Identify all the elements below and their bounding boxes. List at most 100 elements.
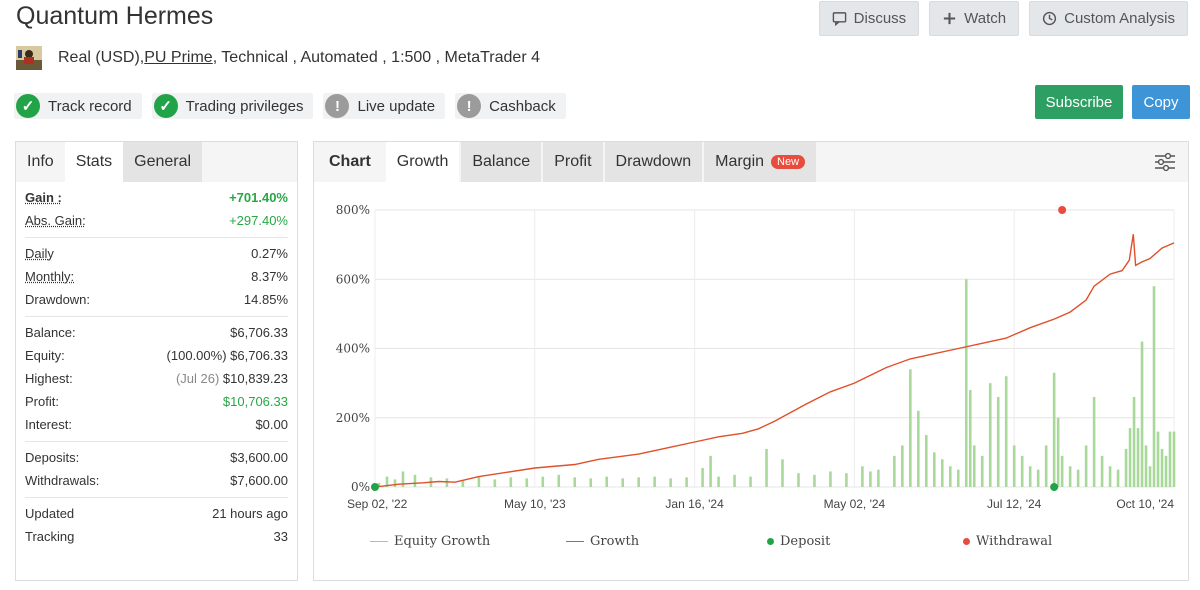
- profit-bar: [685, 477, 688, 487]
- tab-general[interactable]: General: [123, 142, 203, 182]
- broker-link[interactable]: PU Prime: [144, 49, 212, 67]
- profit-bar: [709, 455, 712, 487]
- legend-label: Deposit: [780, 534, 831, 549]
- profit-bar: [1044, 445, 1048, 487]
- gain-label[interactable]: Gain :: [25, 190, 62, 205]
- profit-bar: [557, 474, 561, 487]
- new-badge: New: [771, 155, 806, 169]
- badge-live-update: ! Live update: [323, 93, 446, 119]
- tab-stats[interactable]: Stats: [64, 142, 124, 182]
- tab-chart[interactable]: Chart: [314, 142, 386, 182]
- legend-growth[interactable]: Growth: [566, 534, 639, 549]
- profit-bar: [1136, 428, 1140, 487]
- x-tick-label: Jan 16, '24: [665, 497, 724, 511]
- profit-bar: [1068, 466, 1072, 487]
- drawdown-value: 14.85%: [243, 292, 288, 307]
- copy-button[interactable]: Copy: [1132, 85, 1190, 119]
- badge-cashback: ! Cashback: [455, 93, 566, 119]
- watch-button[interactable]: Watch: [929, 1, 1020, 36]
- profit-bar: [477, 476, 481, 487]
- check-icon: ✓: [16, 94, 40, 118]
- profit-bar: [917, 410, 920, 487]
- stat-row-highest: Highest: (Jul 26) $10,839.23: [25, 367, 288, 390]
- custom-analysis-button[interactable]: Custom Analysis: [1029, 1, 1188, 36]
- stat-row-updated: Updated 21 hours ago: [25, 502, 288, 525]
- account-info: Real (USD), PU Prime , Technical , Autom…: [16, 46, 540, 70]
- settings-sliders-icon[interactable]: [1154, 152, 1176, 172]
- profit-bar: [1056, 417, 1060, 487]
- profit-bar: [573, 477, 577, 487]
- profit-bar: [1160, 448, 1164, 487]
- profit-bar: [956, 469, 960, 487]
- deposits-value: $3,600.00: [230, 450, 288, 465]
- withdrawal-marker: [1058, 206, 1067, 214]
- abs-gain-value: +297.40%: [229, 213, 288, 228]
- stat-row-interest: Interest: $0.00: [25, 413, 288, 436]
- legend-equity-growth[interactable]: Equity Growth: [370, 534, 490, 549]
- chart-tabs: Chart Growth Balance Profit Drawdown Mar…: [314, 142, 1188, 182]
- growth-chart: 0% 200% 400% 600% 800% Sep 02, '22 May 10, '23…: [336, 203, 1176, 511]
- stat-row-tracking: Tracking 33: [25, 525, 288, 548]
- page-title: Quantum Hermes: [16, 2, 214, 30]
- highest-date: (Jul 26): [175, 371, 220, 386]
- tab-growth[interactable]: Growth: [385, 142, 460, 182]
- tracking-value: 33: [273, 529, 288, 544]
- plus-icon: [944, 12, 956, 25]
- y-tick-label: 200%: [336, 411, 370, 425]
- profit-bar: [980, 455, 984, 487]
- stat-row-withdrawals: Withdrawals: $7,600.00: [25, 469, 288, 492]
- clock-icon: [1043, 11, 1057, 26]
- legend-label: Growth: [590, 534, 640, 549]
- monthly-label[interactable]: Monthly:: [25, 269, 74, 284]
- profit-bar: [1164, 455, 1168, 487]
- profit-bar: [1028, 466, 1032, 487]
- profit-bar: [948, 466, 952, 487]
- check-icon: ✓: [153, 94, 178, 118]
- profit-bar: [733, 474, 736, 487]
- tab-drawdown[interactable]: Drawdown: [604, 142, 703, 182]
- profit-bar: [781, 459, 784, 487]
- monthly-value: 8.37%: [251, 269, 288, 284]
- drawdown-label: Drawdown:: [25, 292, 91, 307]
- balance-label: Balance:: [25, 325, 76, 340]
- deposits-label: Deposits:: [25, 450, 80, 465]
- account-details: , Technical , Automated , 1:500 , MetaTr…: [212, 49, 540, 66]
- stat-row-gain: Gain : +701.40%: [25, 186, 288, 209]
- profit-label: Profit:: [25, 394, 59, 409]
- tab-balance[interactable]: Balance: [461, 142, 542, 182]
- tab-profit[interactable]: Profit: [543, 142, 603, 182]
- highest-label: Highest:: [25, 371, 73, 386]
- legend-withdrawal[interactable]: Withdrawal: [963, 534, 1052, 549]
- avatar: [16, 46, 42, 70]
- profit-bar: [589, 478, 593, 487]
- legend-label: Withdrawal: [976, 534, 1053, 549]
- discuss-button[interactable]: Discuss: [818, 1, 920, 36]
- x-tick-label: May 02, '24: [824, 497, 886, 511]
- profit-bar: [493, 479, 497, 487]
- subscribe-button[interactable]: Subscribe: [1035, 85, 1123, 119]
- profit-bar: [968, 390, 972, 487]
- badge-label: Trading privileges: [185, 97, 304, 115]
- profit-bar: [845, 473, 848, 487]
- abs-gain-label[interactable]: Abs. Gain:: [25, 213, 86, 228]
- profit-bar: [933, 452, 936, 487]
- profit-bar: [541, 476, 545, 487]
- profit-bar: [1052, 372, 1056, 487]
- profit-bar: [813, 474, 816, 487]
- profit-bar: [1036, 469, 1040, 487]
- tab-margin[interactable]: Margin New: [704, 142, 817, 182]
- tab-info[interactable]: Info: [16, 142, 65, 182]
- profit-bar: [1152, 286, 1156, 487]
- x-tick-label: Jul 12, '24: [987, 497, 1042, 511]
- status-badges: ✓ Track record ✓ Trading privileges ! Li…: [14, 93, 566, 119]
- profit-bar: [749, 476, 752, 487]
- y-tick-label: 0%: [351, 480, 370, 494]
- profit-bar: [701, 467, 704, 487]
- daily-label[interactable]: Daily: [25, 246, 54, 261]
- legend-deposit[interactable]: Deposit: [767, 534, 830, 549]
- chart-panel: Chart Growth Balance Profit Drawdown Mar…: [313, 141, 1189, 581]
- x-tick-label: May 10, '23: [504, 497, 566, 511]
- badge-trading-privileges: ✓ Trading privileges: [151, 93, 314, 119]
- gain-value: +701.40%: [229, 190, 288, 205]
- profit-bar: [413, 474, 417, 487]
